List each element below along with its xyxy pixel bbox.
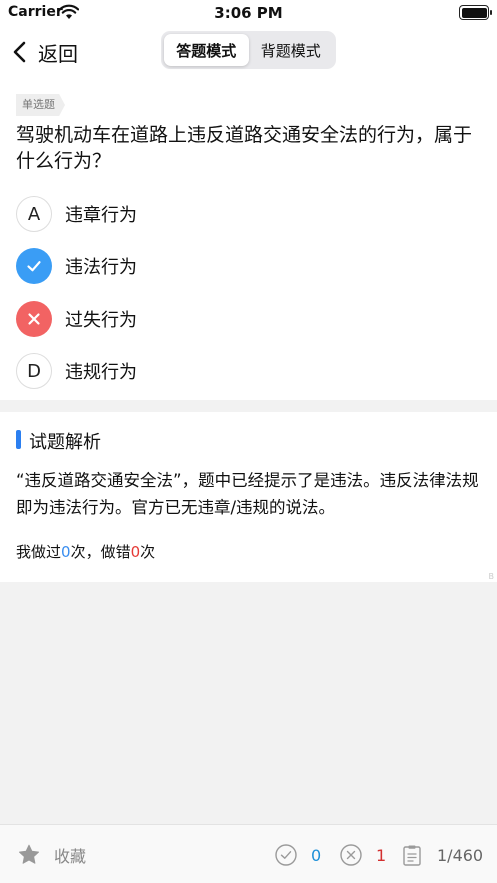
check-circle-icon [275,844,297,866]
wrong-badge [16,301,52,337]
back-label: 返回 [38,41,78,66]
option-text: 违规行为 [65,362,137,383]
favorite-label: 收藏 [54,847,87,866]
attempt-stats: 我做过0次，做错0次 [16,541,155,562]
option-letter-badge: A [16,196,52,232]
analysis-section: 试题解析 “违反道路交通安全法”，题中已经提示了是违法。违反法律法规即为违法行为… [0,412,497,582]
back-button[interactable]: 返回 [10,36,78,68]
option-a[interactable]: A 违章行为 [16,196,476,232]
option-d[interactable]: D 违规行为 [16,353,476,389]
battery-icon [459,5,492,20]
clipboard-icon [403,845,421,866]
question-list-button[interactable]: 1/460 [401,844,483,866]
bottom-toolbar: 收藏 0 1 1/460 [0,824,497,883]
done-count: 0 [61,543,71,561]
done-suffix: 次，做错 [70,543,131,561]
correct-badge [16,248,52,284]
wrong-count: 0 [130,543,141,561]
option-c[interactable]: 过失行为 [16,301,476,337]
x-circle-icon [340,844,362,866]
wrong-count-button[interactable]: 1 [340,844,386,866]
clock: 3:06 PM [214,4,283,22]
option-b[interactable]: 违法行为 [16,248,476,284]
question-card: 单选题 驾驶机动车在道路上违反道路交通安全法的行为，属于什么行为？ A 违章行为… [0,82,497,400]
star-icon [19,844,39,864]
correct-count-button[interactable]: 0 [275,844,321,866]
analysis-title: 试题解析 [29,432,101,453]
option-letter-badge: D [16,353,52,389]
correct-count: 0 [311,845,322,865]
option-text: 过失行为 [65,310,137,331]
status-bar: Carrier 3:06 PM [0,0,497,26]
chevron-left-icon [13,41,26,63]
watermark: B [488,572,495,581]
question-type-tag: 单选题 [16,94,65,116]
wrong-suffix: 次 [140,543,156,561]
question-text: 驾驶机动车在道路上违反道路交通安全法的行为，属于什么行为？ [16,124,473,172]
analysis-body: “违反道路交通安全法”，题中已经提示了是违法。违反法律法规即为违法行为。官方已无… [16,471,479,517]
mode-review-tab[interactable]: 背题模式 [249,34,334,66]
mode-segmented-control: 答题模式 背题模式 [161,31,336,69]
section-accent-bar [16,430,21,449]
wrong-count: 1 [376,845,387,865]
check-icon [27,261,41,272]
favorite-button[interactable]: 收藏 [17,843,86,867]
close-icon [28,313,40,325]
nav-bar: 返回 答题模式 背题模式 [0,26,497,82]
progress-counter: 1/460 [437,845,484,865]
done-prefix: 我做过 [16,543,62,561]
option-text: 违章行为 [65,205,137,226]
option-text: 违法行为 [65,257,137,278]
mode-answer-tab[interactable]: 答题模式 [164,34,249,66]
